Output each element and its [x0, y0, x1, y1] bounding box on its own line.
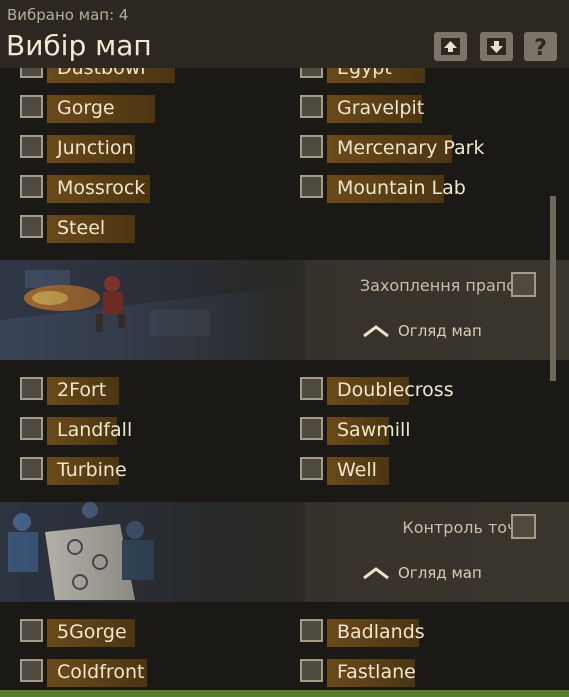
map-label: Badlands: [337, 621, 425, 643]
checkbox[interactable]: [20, 619, 43, 642]
upload-button[interactable]: [434, 32, 467, 61]
map-list[interactable]: Dustbowl Egypt Gorge Gravelpit Junction …: [0, 58, 569, 692]
map-label: Gorge: [57, 97, 115, 119]
gamemode-artwork: [0, 260, 305, 360]
scrollbar-thumb[interactable]: [550, 196, 556, 381]
overview-label: Огляд мап: [398, 322, 482, 340]
checkbox[interactable]: [300, 659, 323, 682]
upload-icon: [441, 38, 460, 55]
checkbox[interactable]: [300, 619, 323, 642]
checkbox[interactable]: [20, 417, 43, 440]
checkbox[interactable]: [300, 95, 323, 118]
map-label: Sawmill: [337, 419, 411, 441]
checkbox[interactable]: [20, 215, 43, 238]
map-label: Doublecross: [337, 379, 454, 401]
map-label: Mountain Lab: [337, 177, 466, 199]
checkbox[interactable]: [20, 95, 43, 118]
download-icon: [487, 38, 506, 55]
checkbox[interactable]: [20, 659, 43, 682]
map-label: Mossrock: [57, 177, 146, 199]
download-button[interactable]: [480, 32, 513, 61]
header: Вибрано мап: 4 Вибір мап ?: [0, 0, 569, 68]
map-label: Mercenary Park: [337, 137, 485, 159]
map-label: Well: [337, 459, 377, 481]
map-label: 2Fort: [57, 379, 107, 401]
svg-text:?: ?: [534, 36, 547, 61]
checkbox[interactable]: [300, 175, 323, 198]
group-banner-ctf: Захоплення прапора Огляд мап: [0, 260, 569, 360]
chevron-up-icon: [363, 325, 389, 338]
map-label: Landfall: [57, 419, 133, 441]
map-label: Fastlane: [337, 661, 416, 683]
group-select-checkbox[interactable]: [511, 514, 536, 539]
checkbox[interactable]: [300, 135, 323, 158]
checkbox[interactable]: [20, 377, 43, 400]
gamemode-artwork: [0, 502, 305, 602]
map-label: Junction: [57, 137, 134, 159]
overview-label: Огляд мап: [398, 564, 482, 582]
page-title: Вибір мап: [6, 29, 152, 62]
checkbox[interactable]: [20, 175, 43, 198]
help-icon: ?: [534, 36, 547, 61]
checkbox[interactable]: [300, 417, 323, 440]
help-button[interactable]: ?: [524, 32, 557, 61]
group-select-checkbox[interactable]: [511, 272, 536, 297]
selected-count: Вибрано мап: 4: [7, 6, 129, 24]
group-name: Захоплення прапора: [359, 276, 536, 295]
map-label: 5Gorge: [57, 621, 127, 643]
map-label: Turbine: [57, 459, 127, 481]
checkbox[interactable]: [20, 135, 43, 158]
bottom-accent-bar: [0, 690, 569, 697]
map-label: Gravelpit: [337, 97, 425, 119]
group-banner-cp: Контроль точок Огляд мап: [0, 502, 569, 602]
checkbox[interactable]: [300, 377, 323, 400]
map-label: Steel: [57, 217, 106, 239]
chevron-up-icon: [363, 567, 389, 580]
checkbox[interactable]: [300, 457, 323, 480]
map-label: Coldfront: [57, 661, 145, 683]
checkbox[interactable]: [20, 457, 43, 480]
